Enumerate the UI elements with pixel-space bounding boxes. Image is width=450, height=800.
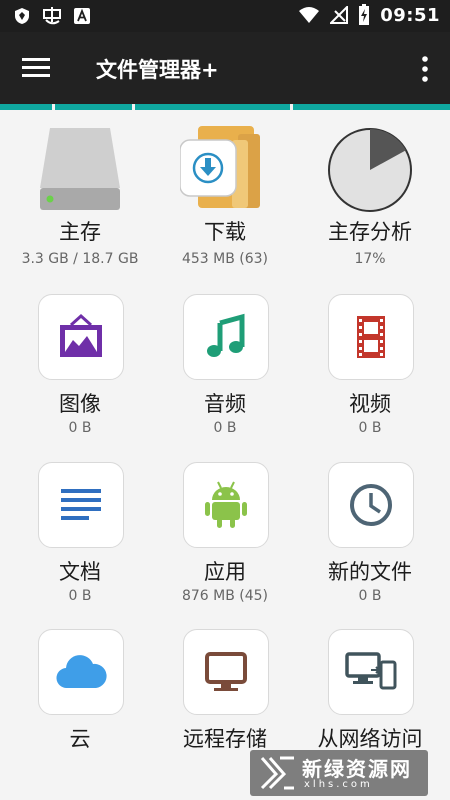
tile-sub: 453 MB (63) [181, 251, 269, 267]
tile-label: 主存 [59, 220, 101, 244]
document-lines-icon [61, 489, 101, 520]
font-icon [74, 8, 90, 24]
no-signal-icon [330, 6, 349, 24]
tile-storage-analysis[interactable]: 主存分析 17% [295, 110, 445, 275]
game-icon [43, 7, 61, 25]
tile-label: 从网络访问 [317, 727, 423, 751]
music-note-icon [207, 313, 245, 357]
tile-label: 新的文件 [328, 560, 412, 584]
tile-video[interactable]: 视频 0 B [295, 294, 445, 444]
image-icon [60, 313, 102, 357]
tile-sub: 17% [354, 251, 386, 267]
clock-icon [350, 484, 392, 526]
tile-images[interactable]: 图像 0 B [5, 294, 155, 444]
tile-label: 云 [69, 727, 91, 751]
tile-label: 远程存储 [183, 727, 267, 751]
tile-sub: 876 MB (45) [181, 588, 269, 604]
icon-box [328, 462, 414, 548]
tile-sub: 0 B [358, 420, 382, 436]
tile-documents[interactable]: 文档 0 B [5, 462, 155, 612]
more-options-icon[interactable] [418, 54, 432, 84]
wifi-icon [299, 7, 320, 23]
icon-box [328, 294, 414, 380]
watermark: 新绿资源网 xlhs.com [250, 750, 428, 796]
category-grid: 主存 3.3 GB / 18.7 GB 下载 453 MB (63) 主存分析 … [0, 110, 450, 800]
icon-box [183, 294, 269, 380]
battery-charging-icon [359, 4, 370, 25]
watermark-logo-icon [260, 756, 294, 790]
tile-sub: 0 B [213, 420, 237, 436]
tile-apps[interactable]: 应用 876 MB (45) [150, 462, 300, 612]
app-bar: 文件管理器+ [0, 32, 450, 104]
icon-box [183, 462, 269, 548]
status-bar: 09:51 [0, 0, 450, 32]
shield-icon [15, 8, 29, 24]
film-icon [357, 316, 385, 358]
tile-label: 视频 [349, 392, 391, 416]
tile-sub: 0 B [68, 588, 92, 604]
icon-box [38, 294, 124, 380]
tile-label: 主存分析 [328, 220, 412, 244]
tile-main-storage[interactable]: 主存 3.3 GB / 18.7 GB [5, 110, 155, 275]
watermark-text: 新绿资源网 [302, 757, 412, 781]
icon-box [328, 629, 414, 715]
status-right-icons: 09:51 [298, 4, 440, 26]
icon-box [183, 629, 269, 715]
icon-box [38, 462, 124, 548]
tile-label: 应用 [204, 560, 246, 584]
tile-sub: 0 B [358, 588, 382, 604]
tile-sub: 0 B [68, 420, 92, 436]
download-folder-icon [180, 126, 260, 208]
tile-label: 图像 [59, 392, 101, 416]
app-title: 文件管理器+ [96, 58, 219, 82]
tile-sub: 3.3 GB / 18.7 GB [21, 251, 139, 267]
tile-remote-storage[interactable]: 远程存储 [150, 629, 300, 769]
android-icon [205, 481, 247, 528]
pie-chart-icon [328, 128, 412, 212]
tile-label: 音频 [204, 392, 246, 416]
icon-box [38, 629, 124, 715]
tile-label: 下载 [204, 220, 246, 244]
network-devices-icon [345, 652, 397, 690]
menu-icon[interactable] [22, 56, 50, 80]
tile-label: 文档 [59, 560, 101, 584]
monitor-icon [205, 652, 247, 691]
tile-audio[interactable]: 音频 0 B [150, 294, 300, 444]
status-time: 09:51 [380, 4, 440, 26]
cloud-icon [56, 655, 107, 689]
status-left-icons [14, 6, 90, 26]
watermark-url: xlhs.com [304, 779, 373, 790]
tile-downloads[interactable]: 下载 453 MB (63) [150, 110, 300, 275]
tile-network-access[interactable]: 从网络访问 [295, 629, 445, 769]
tile-recent-files[interactable]: 新的文件 0 B [295, 462, 445, 612]
hard-drive-icon [40, 128, 120, 210]
tile-cloud[interactable]: 云 [5, 629, 155, 769]
